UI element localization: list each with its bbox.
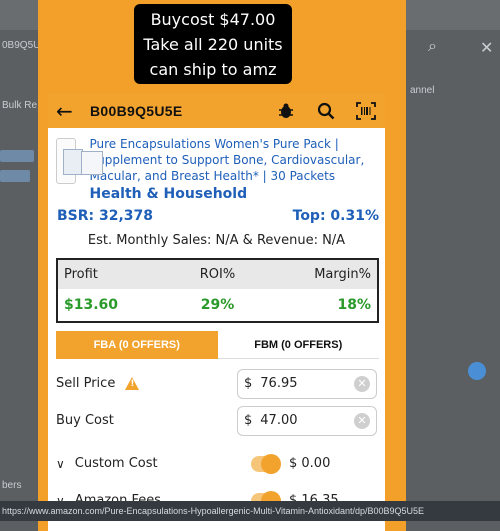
profit-stats-table: Profit ROI% Margin% $13.60 29% 18%: [56, 258, 379, 323]
currency-symbol: $: [244, 413, 253, 428]
sell-price-label: Sell Price: [56, 376, 116, 391]
caption-overlay: Buycost $47.00 Take all 220 units can sh…: [134, 4, 292, 84]
fulfillment-tabs: FBA (0 OFFERS) FBM (0 OFFERS): [56, 331, 379, 359]
app-panel: ← B00B9Q5U5E Pure Encapsulations Women's…: [48, 93, 385, 531]
product-image[interactable]: [56, 138, 103, 184]
rank-row: BSR: 32,378 Top: 0.31%: [48, 202, 385, 224]
bug-icon[interactable]: [275, 100, 297, 122]
bsr-value: BSR: 32,378: [57, 208, 154, 224]
sell-price-value: 76.95: [260, 376, 298, 391]
app-toolbar: ← B00B9Q5U5E: [48, 93, 385, 128]
background-label: Bulk Re: [2, 100, 38, 111]
status-url-bar: https://www.amazon.com/Pure-Encapsulatio…: [0, 501, 500, 521]
custom-cost-value: $ 0.00: [289, 456, 331, 471]
search-icon[interactable]: [315, 100, 337, 122]
profit-header: Profit: [64, 267, 98, 282]
chevron-down-icon[interactable]: ∨: [56, 457, 65, 471]
tab-fbm[interactable]: FBM (0 OFFERS): [217, 331, 379, 359]
product-category: Health & Household: [89, 186, 248, 202]
custom-cost-row: ∨ Custom Cost $ 0.00: [48, 445, 385, 482]
background-fab: [468, 362, 486, 380]
custom-cost-toggle[interactable]: [251, 453, 281, 474]
background-search-icon: ⌕: [428, 38, 437, 55]
sell-price-row: Sell Price $ 76.95 ✕: [48, 365, 385, 402]
sell-price-input[interactable]: $ 76.95 ✕: [237, 368, 377, 399]
background-label: 0B9Q5U: [2, 40, 41, 51]
arrow-left-icon[interactable]: ←: [56, 99, 90, 123]
roi-value: 29%: [200, 297, 235, 313]
caption-line: Buycost $47.00: [150, 10, 276, 29]
product-title[interactable]: Pure Encapsulations Women's Pure Pack | …: [89, 136, 377, 184]
clear-icon[interactable]: ✕: [354, 375, 370, 392]
clear-icon[interactable]: ✕: [354, 412, 370, 429]
roi-header: ROI%: [199, 267, 236, 282]
monthly-estimate: Est. Monthly Sales: N/A & Revenue: N/A: [87, 233, 346, 248]
margin-value: 18%: [337, 297, 371, 313]
tab-fba[interactable]: FBA (0 OFFERS): [56, 331, 218, 359]
caption-line: can ship to amz: [149, 60, 277, 79]
profit-value: $13.60: [64, 297, 119, 313]
custom-cost-label: Custom Cost: [74, 456, 158, 471]
background-chip: [0, 170, 30, 182]
caption-line: Take all 220 units: [143, 35, 283, 54]
barcode-scan-icon[interactable]: [355, 100, 377, 122]
asin-title: B00B9Q5U5E: [90, 102, 183, 119]
buy-cost-input[interactable]: $ 47.00 ✕: [237, 405, 377, 436]
buy-cost-label: Buy Cost: [56, 413, 114, 428]
stats-header: Profit ROI% Margin%: [58, 260, 377, 289]
stats-values: $13.60 29% 18%: [58, 289, 377, 321]
background-label: annel: [410, 85, 435, 96]
warning-icon[interactable]: [125, 377, 140, 390]
buy-cost-value: 47.00: [260, 413, 298, 428]
top-percent: Top: 0.31%: [292, 208, 379, 224]
background-label: bers: [2, 480, 22, 491]
background-chip: [0, 150, 34, 162]
buy-cost-row: Buy Cost $ 47.00 ✕: [48, 402, 385, 439]
currency-symbol: $: [244, 376, 253, 391]
background-close-icon: ✕: [480, 40, 494, 57]
product-summary: Pure Encapsulations Women's Pure Pack | …: [48, 128, 385, 202]
margin-header: Margin%: [314, 267, 371, 282]
